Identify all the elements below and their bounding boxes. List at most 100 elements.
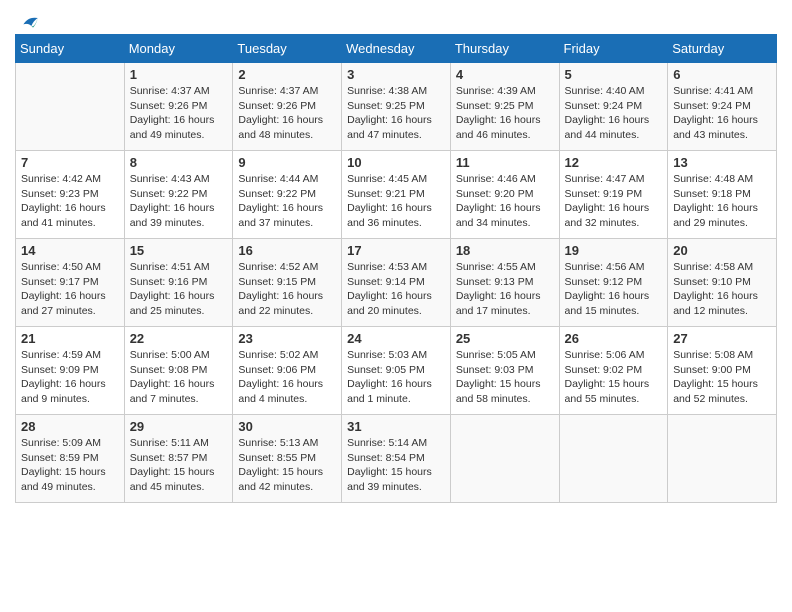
day-info: Sunrise: 4:38 AMSunset: 9:25 PMDaylight:… (347, 84, 445, 143)
calendar-cell: 26Sunrise: 5:06 AMSunset: 9:02 PMDayligh… (559, 327, 668, 415)
day-info: Sunrise: 5:08 AMSunset: 9:00 PMDaylight:… (673, 348, 771, 407)
calendar-cell (450, 415, 559, 503)
day-info: Sunrise: 4:44 AMSunset: 9:22 PMDaylight:… (238, 172, 336, 231)
day-number: 26 (565, 331, 663, 346)
day-info: Sunrise: 4:37 AMSunset: 9:26 PMDaylight:… (238, 84, 336, 143)
header-day: Wednesday (342, 35, 451, 63)
calendar-cell: 20 Sunrise: 4:58 AMSunset: 9:10 PMDayligh… (668, 239, 777, 327)
calendar-cell: 25Sunrise: 5:05 AMSunset: 9:03 PMDayligh… (450, 327, 559, 415)
calendar-cell: 12 Sunrise: 4:47 AMSunset: 9:19 PMDayligh… (559, 151, 668, 239)
calendar-cell: 14 Sunrise: 4:50 AMSunset: 9:17 PMDayligh… (16, 239, 125, 327)
calendar-week-row: 14 Sunrise: 4:50 AMSunset: 9:17 PMDayligh… (16, 239, 777, 327)
calendar-cell: 2 Sunrise: 4:37 AMSunset: 9:26 PMDaylight… (233, 63, 342, 151)
day-info: Sunrise: 4:39 AMSunset: 9:25 PMDaylight:… (456, 84, 554, 143)
day-info: Sunrise: 4:40 AMSunset: 9:24 PMDaylight:… (565, 84, 663, 143)
calendar-cell: 10 Sunrise: 4:45 AMSunset: 9:21 PMDayligh… (342, 151, 451, 239)
calendar-cell: 27 Sunrise: 5:08 AMSunset: 9:00 PMDayligh… (668, 327, 777, 415)
day-number: 2 (238, 67, 336, 82)
calendar-body: 1 Sunrise: 4:37 AMSunset: 9:26 PMDaylight… (16, 63, 777, 503)
calendar-cell: 22 Sunrise: 5:00 AMSunset: 9:08 PMDayligh… (124, 327, 233, 415)
calendar-cell: 6 Sunrise: 4:41 AMSunset: 9:24 PMDaylight… (668, 63, 777, 151)
day-number: 20 (673, 243, 771, 258)
day-number: 31 (347, 419, 445, 434)
day-number: 7 (21, 155, 119, 170)
day-info: Sunrise: 5:03 AMSunset: 9:05 PMDaylight:… (347, 348, 445, 407)
logo (15, 10, 41, 28)
day-info: Sunrise: 4:52 AMSunset: 9:15 PMDaylight:… (238, 260, 336, 319)
day-number: 4 (456, 67, 554, 82)
day-info: Sunrise: 5:13 AMSunset: 8:55 PMDaylight:… (238, 436, 336, 495)
calendar-cell: 13Sunrise: 4:48 AMSunset: 9:18 PMDayligh… (668, 151, 777, 239)
calendar-header: SundayMondayTuesdayWednesdayThursdayFrid… (16, 35, 777, 63)
calendar-cell: 7 Sunrise: 4:42 AMSunset: 9:23 PMDaylight… (16, 151, 125, 239)
day-number: 15 (130, 243, 228, 258)
calendar-cell: 17 Sunrise: 4:53 AMSunset: 9:14 PMDayligh… (342, 239, 451, 327)
calendar-cell (668, 415, 777, 503)
day-number: 28 (21, 419, 119, 434)
day-info: Sunrise: 4:53 AMSunset: 9:14 PMDaylight:… (347, 260, 445, 319)
header-day: Monday (124, 35, 233, 63)
calendar-table: SundayMondayTuesdayWednesdayThursdayFrid… (15, 34, 777, 503)
calendar-week-row: 21Sunrise: 4:59 AMSunset: 9:09 PMDayligh… (16, 327, 777, 415)
day-number: 27 (673, 331, 771, 346)
calendar-week-row: 28 Sunrise: 5:09 AMSunset: 8:59 PMDayligh… (16, 415, 777, 503)
day-number: 30 (238, 419, 336, 434)
calendar-cell: 15 Sunrise: 4:51 AMSunset: 9:16 PMDayligh… (124, 239, 233, 327)
calendar-cell: 18Sunrise: 4:55 AMSunset: 9:13 PMDayligh… (450, 239, 559, 327)
day-number: 23 (238, 331, 336, 346)
day-number: 5 (565, 67, 663, 82)
calendar-cell: 21Sunrise: 4:59 AMSunset: 9:09 PMDayligh… (16, 327, 125, 415)
header-day: Thursday (450, 35, 559, 63)
day-info: Sunrise: 4:43 AMSunset: 9:22 PMDaylight:… (130, 172, 228, 231)
day-info: Sunrise: 4:51 AMSunset: 9:16 PMDaylight:… (130, 260, 228, 319)
calendar-cell: 9 Sunrise: 4:44 AMSunset: 9:22 PMDaylight… (233, 151, 342, 239)
day-number: 29 (130, 419, 228, 434)
calendar-cell: 3 Sunrise: 4:38 AMSunset: 9:25 PMDaylight… (342, 63, 451, 151)
header-day: Saturday (668, 35, 777, 63)
day-number: 1 (130, 67, 228, 82)
calendar-cell (16, 63, 125, 151)
calendar-cell: 19Sunrise: 4:56 AMSunset: 9:12 PMDayligh… (559, 239, 668, 327)
day-number: 13 (673, 155, 771, 170)
header-row: SundayMondayTuesdayWednesdayThursdayFrid… (16, 35, 777, 63)
day-info: Sunrise: 5:11 AMSunset: 8:57 PMDaylight:… (130, 436, 228, 495)
day-info: Sunrise: 4:45 AMSunset: 9:21 PMDaylight:… (347, 172, 445, 231)
calendar-cell: 5 Sunrise: 4:40 AMSunset: 9:24 PMDaylight… (559, 63, 668, 151)
day-number: 12 (565, 155, 663, 170)
day-info: Sunrise: 5:09 AMSunset: 8:59 PMDaylight:… (21, 436, 119, 495)
day-info: Sunrise: 4:59 AMSunset: 9:09 PMDaylight:… (21, 348, 119, 407)
day-info: Sunrise: 4:42 AMSunset: 9:23 PMDaylight:… (21, 172, 119, 231)
day-info: Sunrise: 4:58 AMSunset: 9:10 PMDaylight:… (673, 260, 771, 319)
header-day: Sunday (16, 35, 125, 63)
calendar-cell: 4 Sunrise: 4:39 AMSunset: 9:25 PMDaylight… (450, 63, 559, 151)
header (15, 10, 777, 28)
calendar-cell: 29 Sunrise: 5:11 AMSunset: 8:57 PMDayligh… (124, 415, 233, 503)
day-info: Sunrise: 4:41 AMSunset: 9:24 PMDaylight:… (673, 84, 771, 143)
day-info: Sunrise: 5:14 AMSunset: 8:54 PMDaylight:… (347, 436, 445, 495)
header-day: Tuesday (233, 35, 342, 63)
day-number: 11 (456, 155, 554, 170)
day-number: 9 (238, 155, 336, 170)
calendar-week-row: 1 Sunrise: 4:37 AMSunset: 9:26 PMDaylight… (16, 63, 777, 151)
day-number: 10 (347, 155, 445, 170)
calendar-cell: 31 Sunrise: 5:14 AMSunset: 8:54 PMDayligh… (342, 415, 451, 503)
day-info: Sunrise: 5:00 AMSunset: 9:08 PMDaylight:… (130, 348, 228, 407)
calendar-cell: 8 Sunrise: 4:43 AMSunset: 9:22 PMDaylight… (124, 151, 233, 239)
calendar-cell: 28 Sunrise: 5:09 AMSunset: 8:59 PMDayligh… (16, 415, 125, 503)
calendar-cell: 30 Sunrise: 5:13 AMSunset: 8:55 PMDayligh… (233, 415, 342, 503)
day-number: 24 (347, 331, 445, 346)
calendar-cell: 23Sunrise: 5:02 AMSunset: 9:06 PMDayligh… (233, 327, 342, 415)
header-day: Friday (559, 35, 668, 63)
day-number: 22 (130, 331, 228, 346)
day-number: 17 (347, 243, 445, 258)
calendar-cell: 24 Sunrise: 5:03 AMSunset: 9:05 PMDayligh… (342, 327, 451, 415)
day-number: 25 (456, 331, 554, 346)
day-info: Sunrise: 4:50 AMSunset: 9:17 PMDaylight:… (21, 260, 119, 319)
day-number: 14 (21, 243, 119, 258)
day-info: Sunrise: 4:55 AMSunset: 9:13 PMDaylight:… (456, 260, 554, 319)
calendar-cell: 16Sunrise: 4:52 AMSunset: 9:15 PMDayligh… (233, 239, 342, 327)
day-number: 3 (347, 67, 445, 82)
day-info: Sunrise: 4:47 AMSunset: 9:19 PMDaylight:… (565, 172, 663, 231)
day-number: 6 (673, 67, 771, 82)
day-number: 8 (130, 155, 228, 170)
